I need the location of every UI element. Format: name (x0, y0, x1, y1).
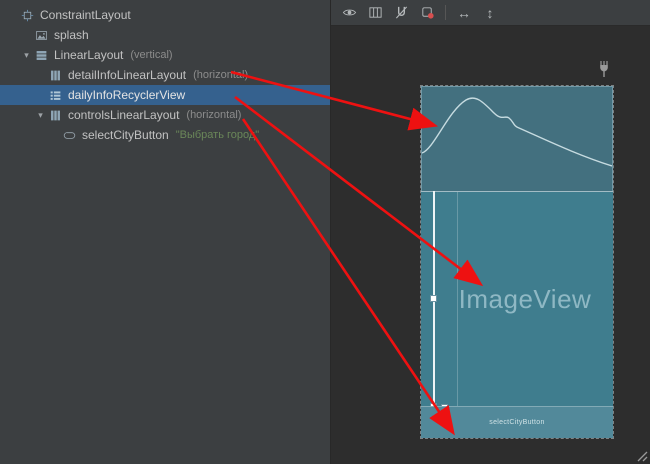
tree-row-annotation: (horizontal) (186, 109, 241, 121)
tree-row-label: splash (54, 28, 89, 42)
tree-row[interactable]: ▾ ConstraintLayout (0, 5, 330, 25)
component-tree: ▾ ConstraintLayout ▾ splash ▾ LinearLayo… (0, 0, 330, 464)
design-toolbar: ↔↕ (331, 0, 650, 26)
resize-grip[interactable] (635, 449, 648, 462)
linear-layout-horizontal-icon (47, 67, 63, 83)
error-pin-icon[interactable] (417, 3, 437, 23)
chevron-down-icon[interactable]: ▾ (34, 105, 47, 125)
magnet-off-icon[interactable] (391, 3, 411, 23)
tree-row[interactable]: ▾ controlsLinearLayout (horizontal) (0, 105, 330, 125)
columns-icon[interactable] (365, 3, 385, 23)
layout-editor-window: ▾ ConstraintLayout ▾ splash ▾ LinearLayo… (0, 0, 650, 464)
linear-layout-horizontal-icon (47, 107, 63, 123)
recycler-view-icon (47, 87, 63, 103)
imageview-icon (33, 27, 49, 43)
region-divider (421, 191, 613, 192)
tree-row[interactable]: ▾ selectCityButton "Выбрать город" (0, 125, 330, 145)
tree-row-label: selectCityButton (82, 128, 169, 142)
device-preview[interactable]: ImageView selectCityButton (421, 86, 613, 438)
button-icon (61, 127, 77, 143)
daily-info-region[interactable]: ImageView (421, 192, 613, 406)
tree-row-label: ConstraintLayout (40, 8, 131, 22)
linear-layout-vertical-icon (33, 47, 49, 63)
constraint-layout-icon (19, 7, 35, 23)
tree-row-annotation: "Выбрать город" (176, 129, 259, 141)
tree-row-label: controlsLinearLayout (68, 108, 179, 122)
select-city-button-preview[interactable]: selectCityButton (489, 419, 544, 426)
width-arrows-icon[interactable]: ↔ (454, 3, 474, 23)
tree-row[interactable]: ▾ LinearLayout (vertical) (0, 45, 330, 65)
tree-row-annotation: (vertical) (130, 49, 172, 61)
toolbar-separator (445, 5, 446, 20)
tree-row-label: dailyInfoRecyclerView (68, 88, 185, 102)
tree-row-label: LinearLayout (54, 48, 123, 62)
tree-row[interactable]: ▾ splash (0, 25, 330, 45)
wrench-icon[interactable] (596, 60, 612, 78)
tree-row-label: detailInfoLinearLayout (68, 68, 186, 82)
height-arrows-icon[interactable]: ↕ (480, 3, 500, 23)
design-panel: ↔↕ ImageView (330, 0, 650, 464)
wave-graphic (422, 87, 612, 191)
selection-handle[interactable] (430, 295, 437, 302)
imageview-placeholder-label: ImageView (443, 284, 592, 315)
tree-row[interactable]: ▾ dailyInfoRecyclerView (0, 85, 330, 105)
detail-info-region[interactable] (421, 86, 613, 192)
controls-region[interactable]: selectCityButton (421, 406, 613, 438)
tree-row[interactable]: ▾ detailInfoLinearLayout (horizontal) (0, 65, 330, 85)
design-canvas[interactable]: ImageView selectCityButton (331, 26, 650, 464)
tree-row-annotation: (horizontal) (193, 69, 248, 81)
chevron-down-icon[interactable]: ▾ (20, 45, 33, 65)
recycler-item-divider (457, 192, 458, 406)
eye-icon[interactable] (339, 3, 359, 23)
